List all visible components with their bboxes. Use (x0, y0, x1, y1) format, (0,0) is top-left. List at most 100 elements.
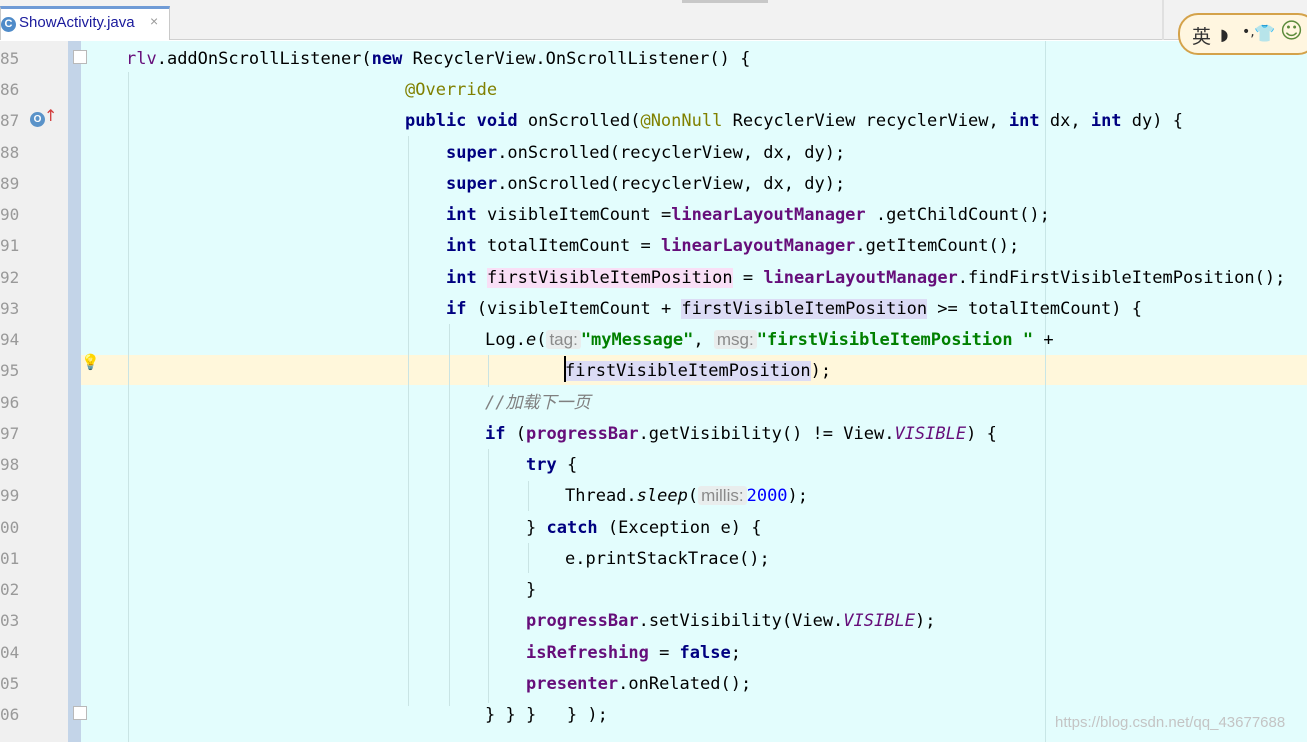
override-arrow-icon[interactable]: ↑ (44, 108, 57, 124)
watermark-text: https://blog.csdn.net/qq_43677688 (1055, 714, 1286, 731)
token-text: ); (914, 611, 936, 631)
code-line-100[interactable]: } catch (Exception e) { (526, 517, 761, 539)
tab-label: ShowActivity.java (19, 14, 135, 31)
tab-divider (1162, 0, 1164, 40)
token-text: .addOnScrollListener( (156, 49, 372, 69)
token-keyword: try (526, 455, 557, 475)
code-line-94[interactable]: Log.e(tag: "myMessage", msg: "firstVisible… (485, 329, 1054, 351)
code-line-102[interactable]: } (526, 579, 536, 601)
token-annotation: @NonNull (640, 111, 723, 131)
token-text: .getVisibility() != View. (638, 424, 895, 444)
token-text: Thread. (565, 486, 637, 506)
token-text: ); (810, 361, 832, 381)
override-method-icon[interactable]: O (30, 112, 45, 127)
token-text: ); (787, 486, 809, 506)
token-text: ) { (966, 424, 997, 444)
parameter-hint-tag: tag: (546, 330, 581, 349)
code-line-89[interactable]: super.onScrolled(recyclerView, dx, dy); (446, 173, 845, 195)
lightbulb-icon[interactable]: 💡 (81, 353, 100, 371)
token-string: "myMessage" (580, 330, 694, 350)
token-keyword: int (1090, 111, 1122, 131)
indent-guide (528, 543, 529, 573)
token-text: (visibleItemCount + (466, 299, 682, 319)
line-number: 92 (0, 268, 20, 287)
token-text: dx, (1039, 111, 1091, 131)
code-line-99[interactable]: Thread.sleep(millis: 2000); (565, 485, 808, 507)
line-number: 89 (0, 174, 20, 193)
code-line-90[interactable]: int visibleItemCount =linearLayoutManage… (446, 204, 1050, 226)
code-line-96[interactable]: //加载下一页 (485, 392, 590, 414)
token-method: sleep (636, 486, 688, 506)
code-line-87[interactable]: public void onScrolled(@NonNull Recycler… (405, 110, 1183, 132)
ime-toolbar[interactable]: 英 ◗ •, 👕 ☺ (1178, 13, 1307, 55)
code-line-95[interactable]: firstVisibleItemPosition); (565, 360, 831, 382)
line-number: 99 (0, 486, 20, 505)
token-text: .findFirstVisibleItemPosition(); (957, 268, 1286, 288)
tab-showactivity-java[interactable]: C ShowActivity.java × (0, 6, 170, 40)
indent-guide (488, 449, 489, 703)
right-margin-guide (1045, 41, 1046, 742)
token-number: 2000 (746, 486, 788, 506)
moon-icon[interactable]: ◗ (1220, 25, 1228, 44)
token-annotation: @Override (405, 80, 498, 100)
token-keyword: new (371, 49, 403, 69)
code-line-98[interactable]: try { (526, 454, 577, 476)
token-constant: VISIBLE (843, 611, 915, 631)
token-field: linearLayoutManager (660, 236, 856, 256)
text-caret (564, 356, 566, 382)
token-keyword: if (485, 424, 506, 444)
close-icon[interactable]: × (150, 13, 158, 29)
parameter-hint-millis: millis: (698, 486, 747, 505)
code-line-92[interactable]: int firstVisibleItemPosition = linearLay… (446, 267, 1285, 289)
code-line-97[interactable]: if (progressBar.getVisibility() != View.… (485, 423, 997, 445)
token-text: = (732, 268, 764, 288)
token-text: .onScrolled(recyclerView, dx, dy); (497, 174, 846, 194)
line-number: 97 (0, 424, 20, 443)
fold-gutter (68, 41, 81, 742)
line-number: 91 (0, 236, 20, 255)
token-keyword: super (446, 143, 498, 163)
token-keyword: if (446, 299, 467, 319)
line-number: 02 (0, 580, 20, 599)
token-field: linearLayoutManager (671, 205, 866, 225)
token-text: } } } } ); (485, 705, 608, 725)
line-number: 03 (0, 611, 20, 630)
token-text: RecyclerView.OnScrollListener() { (402, 49, 751, 69)
code-line-93[interactable]: if (visibleItemCount + firstVisibleItemP… (446, 298, 1142, 320)
skin-icon[interactable]: 👕 (1254, 24, 1275, 44)
code-line-86[interactable]: @Override (405, 79, 497, 101)
token-text: visibleItemCount = (476, 205, 672, 225)
token-field: isRefreshing (526, 643, 649, 663)
token-text: >= totalItemCount) { (927, 299, 1142, 319)
line-number: 86 (0, 80, 20, 99)
code-line-103[interactable]: progressBar.setVisibility(View.VISIBLE); (526, 610, 935, 632)
token-text: dy) { (1121, 111, 1183, 131)
token-keyword: int (1008, 111, 1040, 131)
code-line-85[interactable]: rlv.addOnScrollListener(new RecyclerView… (126, 48, 750, 70)
token-text: + (1033, 330, 1054, 350)
indent-guide (528, 481, 529, 511)
token-text: (Exception e) { (597, 518, 762, 538)
token-variable: firstVisibleItemPosition (565, 361, 811, 381)
code-line-88[interactable]: super.onScrolled(recyclerView, dx, dy); (446, 142, 845, 164)
code-line-101[interactable]: e.printStackTrace(); (565, 548, 770, 570)
token-constant: VISIBLE (894, 424, 967, 444)
token-keyword: catch (546, 518, 598, 538)
code-line-104[interactable]: isRefreshing = false; (526, 642, 741, 664)
fold-marker[interactable] (73, 50, 87, 64)
fold-marker[interactable] (73, 706, 87, 720)
editor-tab-bar: C ShowActivity.java × (0, 0, 1307, 40)
token-text: .onRelated(); (618, 674, 752, 694)
token-text: ( (505, 424, 526, 444)
code-line-105[interactable]: presenter.onRelated(); (526, 673, 751, 695)
code-line-106[interactable]: } } } } ); (485, 704, 608, 726)
ime-language-label[interactable]: 英 (1192, 22, 1211, 49)
token-text: .getItemCount(); (855, 236, 1020, 256)
token-field: presenter (526, 674, 619, 694)
indent-guide (408, 136, 409, 706)
code-line-91[interactable]: int totalItemCount = linearLayoutManager… (446, 235, 1019, 257)
java-class-icon: C (1, 17, 16, 32)
punctuation-icon[interactable]: •, (1242, 24, 1255, 40)
token-text: ( (687, 486, 699, 506)
token-text: ( (536, 330, 547, 350)
